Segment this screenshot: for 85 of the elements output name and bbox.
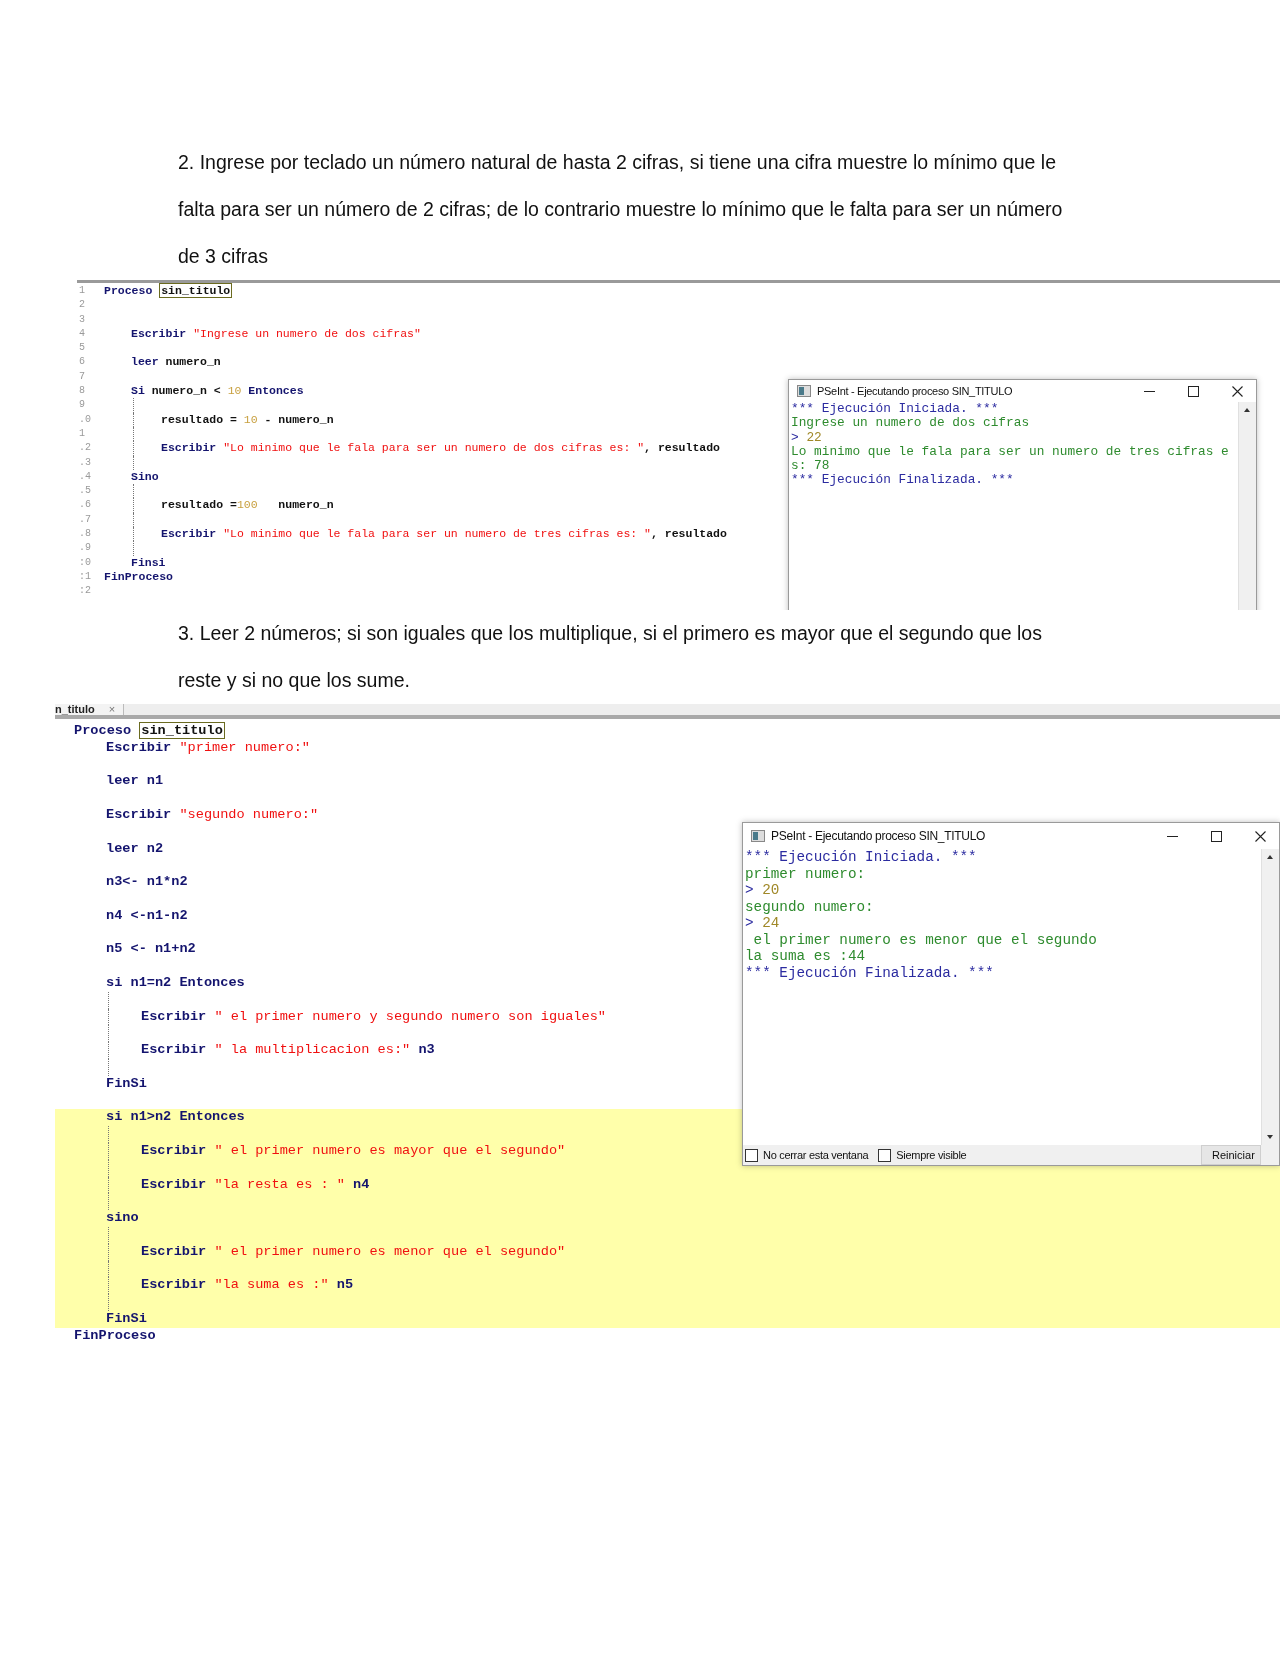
console-line: s: 78 [791,459,830,474]
scrollbar[interactable] [1238,402,1256,610]
code-line: Escribir " el primer numero es mayor que el segundo" [141,1142,566,1160]
code-line: FinSi [106,1075,147,1093]
line-number: 4 [79,327,85,339]
code-line: Si numero_n < 10 Entonces [131,384,304,399]
code-line: n4 <-n1-n2 [106,907,188,925]
checkbox[interactable] [878,1148,892,1162]
app-icon [797,385,811,397]
console-line: el primer numero es menor que el segundo [752,931,1097,948]
code-line: Escribir "la resta es : " n4 [141,1176,370,1194]
console-line: la suma es :44 [745,948,866,965]
console-line: *** Ejecución Iniciada. *** [745,849,977,866]
maximize-icon[interactable] [1210,830,1222,842]
line-number: .4 [79,470,91,482]
code-line: FinProceso [74,1327,156,1345]
console-line: *** Ejecución Iniciada. *** [791,402,999,417]
editor-tab[interactable]: n_titulo × [55,704,125,715]
scrollbar[interactable] [1261,849,1279,1145]
line-number: 1 [79,285,85,296]
line-number: :2 [79,585,91,597]
code-line: FinSi [106,1310,147,1328]
code-line: Sino [131,469,159,485]
line-number: 1 [79,427,85,439]
close-icon[interactable] [1254,830,1266,842]
code-line: si n1=n2 Entonces [106,974,245,992]
console-line: primer numero: [745,865,866,882]
line-number: 3 [79,313,85,325]
console-line: > 24 [745,915,780,932]
code-line: Escribir "Lo minimo que le fala para ser un numero de tres cifras es: ", resultado [161,527,727,542]
line-number: .9 [79,542,91,554]
line-number: .5 [79,485,91,497]
checkbox-label[interactable]: No cerrar esta ventana [763,1149,869,1161]
code-line: leer numero_n [131,355,221,370]
line-number: :1 [79,570,91,582]
line-number: 8 [79,385,85,397]
close-icon[interactable] [1231,385,1243,397]
code-line: Escribir "Ingrese un numero de dos cifras" [131,326,421,342]
checkbox-label[interactable]: Siempre visible [896,1149,967,1161]
exercise-statement: 2. Ingrese por teclado un número natural de hasta 2 cifras, si tiene una cifra muestre lo mínimo que le falta para ser un número de 2 cifras; de lo contrario muestre lo mínimo que le falta para ser un número de 3 cifras [178,150,1064,269]
line-number: .3 [79,456,91,468]
code-line: Escribir "segundo numero:" [106,807,319,824]
console-line: *** Ejecución Finalizada. *** [745,964,994,981]
checkbox[interactable] [745,1148,758,1162]
line-number: .6 [79,499,91,511]
code-line: Escribir "la suma es :" n5 [141,1277,354,1295]
line-number: .8 [79,528,91,540]
console-line: Ingrese un numero de dos cifras [791,416,1030,431]
code-line: n5 <- n1+n2 [106,941,196,959]
line-number: 5 [79,342,85,354]
line-number: :0 [79,556,91,568]
line-number: .7 [79,513,91,525]
line-number: 7 [79,370,85,382]
code-line: resultado =100 numero_n [161,498,334,513]
code-line: Escribir " el primer numero y segundo numero son iguales" [141,1008,606,1026]
window-title: PSeInt - Ejecutando proceso SIN_TITULO [817,385,1014,397]
code-line: Finsi [131,555,166,570]
maximize-icon[interactable] [1187,385,1199,397]
console-line: > 20 [745,882,780,899]
exercise-statement: 3. Leer 2 números; si son iguales que los multiplique, si el primero es mayor que el segundo que los reste y si no que los sume. [178,621,1043,693]
code-line: Proceso sin_titulo [104,284,233,299]
window-title: PSeInt - Ejecutando proceso SIN_TITULO [771,829,987,843]
code-line: Escribir "primer numero:" [106,739,310,757]
line-number: .0 [79,413,91,425]
line-number: 2 [79,299,85,311]
console-line: Lo minimo que le fala para ser un numero de tres cifras e [791,444,1229,460]
console-line: segundo numero: [745,898,874,915]
code-line: leer n2 [106,840,164,858]
code-line: Escribir " la multiplicacion es:" n3 [141,1042,435,1059]
line-number: 6 [79,356,85,368]
code-line: FinProceso [104,569,173,585]
console-line: *** Ejecución Finalizada. *** [791,473,1014,488]
code-line: sino [106,1210,139,1227]
code-line: Escribir " el primer numero es menor que el segundo" [141,1243,566,1261]
code-line: resultado = 10 - numero_n [161,412,334,427]
code-line: n3<- n1*n2 [106,874,188,891]
line-number: .2 [79,442,91,454]
code-line: si n1>n2 Entonces [106,1109,245,1127]
code-line: Escribir "Lo minimo que le fala para ser un numero de dos cifras es: ", resultado [161,441,720,456]
console-line: > 22 [791,430,822,445]
code-line: Proceso sin_titulo [74,723,225,740]
code-line: leer n1 [106,773,164,791]
app-icon [751,830,765,842]
line-number: 9 [79,399,85,411]
restart-button[interactable]: Reiniciar [1201,1145,1261,1165]
